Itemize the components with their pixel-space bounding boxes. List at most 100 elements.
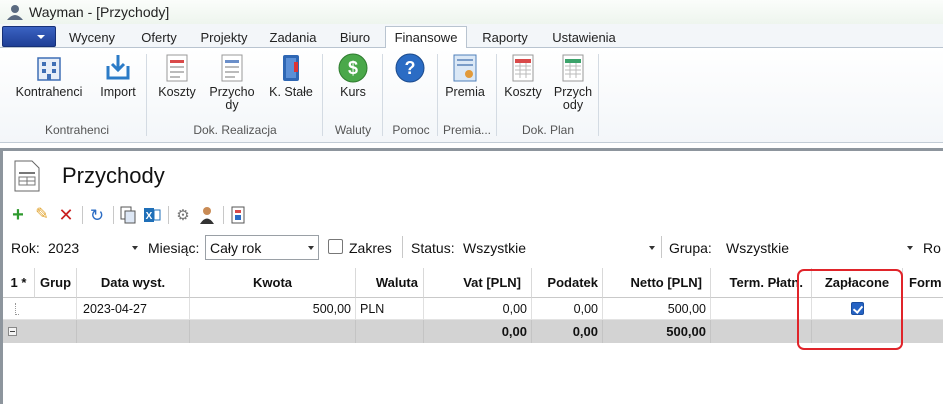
dollar-icon: $ (338, 53, 368, 83)
header-data-wyst[interactable]: Data wyst. (77, 268, 190, 298)
zakres-checkbox[interactable] (328, 239, 343, 254)
kurs-label: Kurs (340, 85, 366, 99)
group-kontrahenci: Kontrahenci (44, 123, 110, 137)
totals-cell (190, 320, 356, 343)
report-icon[interactable] (228, 205, 248, 225)
document-icon (14, 160, 40, 192)
cell-data-wyst[interactable]: 2023-04-27 (77, 298, 190, 320)
cell-vat[interactable]: 0,00 (424, 298, 532, 320)
header-grupa[interactable]: Grup (35, 268, 77, 298)
rok-label: Rok: (11, 240, 40, 256)
filter-separator (661, 236, 662, 258)
tab-zadania[interactable]: Zadania (260, 27, 326, 48)
miesiac-label: Miesiąc: (148, 240, 200, 256)
ribbon-tabs: Wyceny Oferty Projekty Zadania Biuro Fin… (0, 24, 943, 49)
group-separator (322, 54, 323, 136)
group-separator (382, 54, 383, 136)
koszty-button[interactable]: Koszty (152, 52, 202, 99)
toolbar-separator (82, 206, 83, 224)
premia-label: Premia (445, 85, 485, 99)
cell-kwota[interactable]: 500,00 (190, 298, 356, 320)
add-icon[interactable]: + (8, 205, 28, 225)
premia-button[interactable]: Premia (440, 52, 490, 99)
filter-bar: Rok: 2023 Miesiąc: Cały rok Zakres Statu… (0, 234, 943, 262)
edit-icon[interactable]: ✎ (32, 205, 52, 225)
help-icon: ? (395, 53, 425, 83)
user-icon[interactable] (197, 205, 217, 225)
totals-cell (903, 320, 943, 343)
koszty-label: Koszty (158, 85, 196, 99)
grupa-select[interactable]: Wszystkie (726, 240, 789, 256)
refresh-icon[interactable]: ↻ (87, 205, 107, 225)
k-stale-button[interactable]: K. Stałe (262, 52, 320, 99)
chevron-down-icon[interactable] (649, 246, 655, 250)
delete-icon[interactable]: ✕ (56, 205, 76, 225)
tab-finansowe[interactable]: Finansowe (385, 26, 467, 49)
plan-przychody-button[interactable]: Przych ody (550, 52, 596, 112)
group-separator (437, 54, 438, 136)
binder-icon (283, 55, 299, 81)
status-label: Status: (411, 240, 455, 256)
highlight-annotation (797, 269, 903, 350)
group-separator (146, 54, 147, 136)
kurs-button[interactable]: $ Kurs (330, 52, 376, 99)
plan-koszty-label: Koszty (504, 85, 542, 99)
chevron-down-icon[interactable] (907, 246, 913, 250)
status-select[interactable]: Wszystkie (463, 240, 526, 256)
toolbar: + ✎ ✕ ↻ X ⚙ (8, 204, 252, 226)
kontrahenci-button[interactable]: Kontrahenci (12, 52, 86, 99)
header-forma[interactable]: Form (903, 268, 943, 298)
app-icon (7, 5, 23, 20)
group-waluty: Waluty (334, 123, 372, 137)
import-label: Import (100, 85, 136, 99)
plan-przychody-label: Przych ody (553, 85, 593, 112)
header-waluta[interactable]: Waluta (356, 268, 424, 298)
excel-icon[interactable]: X (142, 205, 162, 225)
total-podatek: 0,00 (532, 320, 603, 343)
header-vat[interactable]: Vat [PLN] (424, 268, 532, 298)
chevron-down-icon[interactable] (132, 246, 138, 250)
tab-projekty[interactable]: Projekty (192, 27, 256, 48)
toolbar-separator (223, 206, 224, 224)
k-stale-label: K. Stałe (269, 85, 313, 99)
header-row-number[interactable]: 1 * (3, 268, 35, 298)
zakres-label: Zakres (349, 240, 392, 256)
cell-podatek[interactable]: 0,00 (532, 298, 603, 320)
cell-waluta[interactable]: PLN (356, 298, 424, 320)
header-kwota[interactable]: Kwota (190, 268, 356, 298)
certificate-icon (453, 54, 477, 82)
group-dok-plan: Dok. Plan (521, 123, 575, 137)
group-premia: Premia... (442, 123, 491, 137)
cell-forma[interactable] (903, 298, 943, 320)
total-vat: 0,00 (424, 320, 532, 343)
app-menu-button[interactable] (2, 26, 56, 47)
totals-cell (77, 320, 190, 343)
tab-ustawienia[interactable]: Ustawienia (544, 27, 624, 48)
plan-koszty-button[interactable]: Koszty (500, 52, 546, 99)
tab-biuro[interactable]: Biuro (330, 27, 380, 48)
cell-netto[interactable]: 500,00 (603, 298, 711, 320)
header-netto[interactable]: Netto [PLN] (603, 268, 711, 298)
ro-label: Ro (923, 240, 941, 256)
rok-select[interactable]: 2023 (48, 240, 79, 256)
collapse-icon[interactable] (8, 327, 17, 336)
svg-text:$: $ (348, 58, 358, 78)
tab-oferty[interactable]: Oferty (128, 27, 190, 48)
chevron-down-icon[interactable] (308, 246, 314, 250)
kontrahenci-label: Kontrahenci (15, 85, 83, 99)
group-separator (598, 54, 599, 136)
document-frame (0, 148, 943, 151)
tab-wyceny[interactable]: Wyceny (60, 27, 124, 48)
totals-expand[interactable] (3, 320, 77, 343)
header-podatek[interactable]: Podatek (532, 268, 603, 298)
row-indicator[interactable] (3, 298, 77, 320)
przychody-button[interactable]: Przycho dy (206, 52, 258, 112)
settings-icon[interactable]: ⚙ (173, 205, 193, 225)
page-header: Przychody (14, 160, 165, 192)
pomoc-button[interactable]: ? (388, 52, 432, 84)
import-button[interactable]: Import (96, 52, 140, 99)
przychody-label: Przycho dy (209, 85, 255, 112)
group-dok-realizacja: Dok. Realizacja (193, 123, 277, 137)
tab-raporty[interactable]: Raporty (472, 27, 538, 48)
copy-icon[interactable] (118, 205, 138, 225)
